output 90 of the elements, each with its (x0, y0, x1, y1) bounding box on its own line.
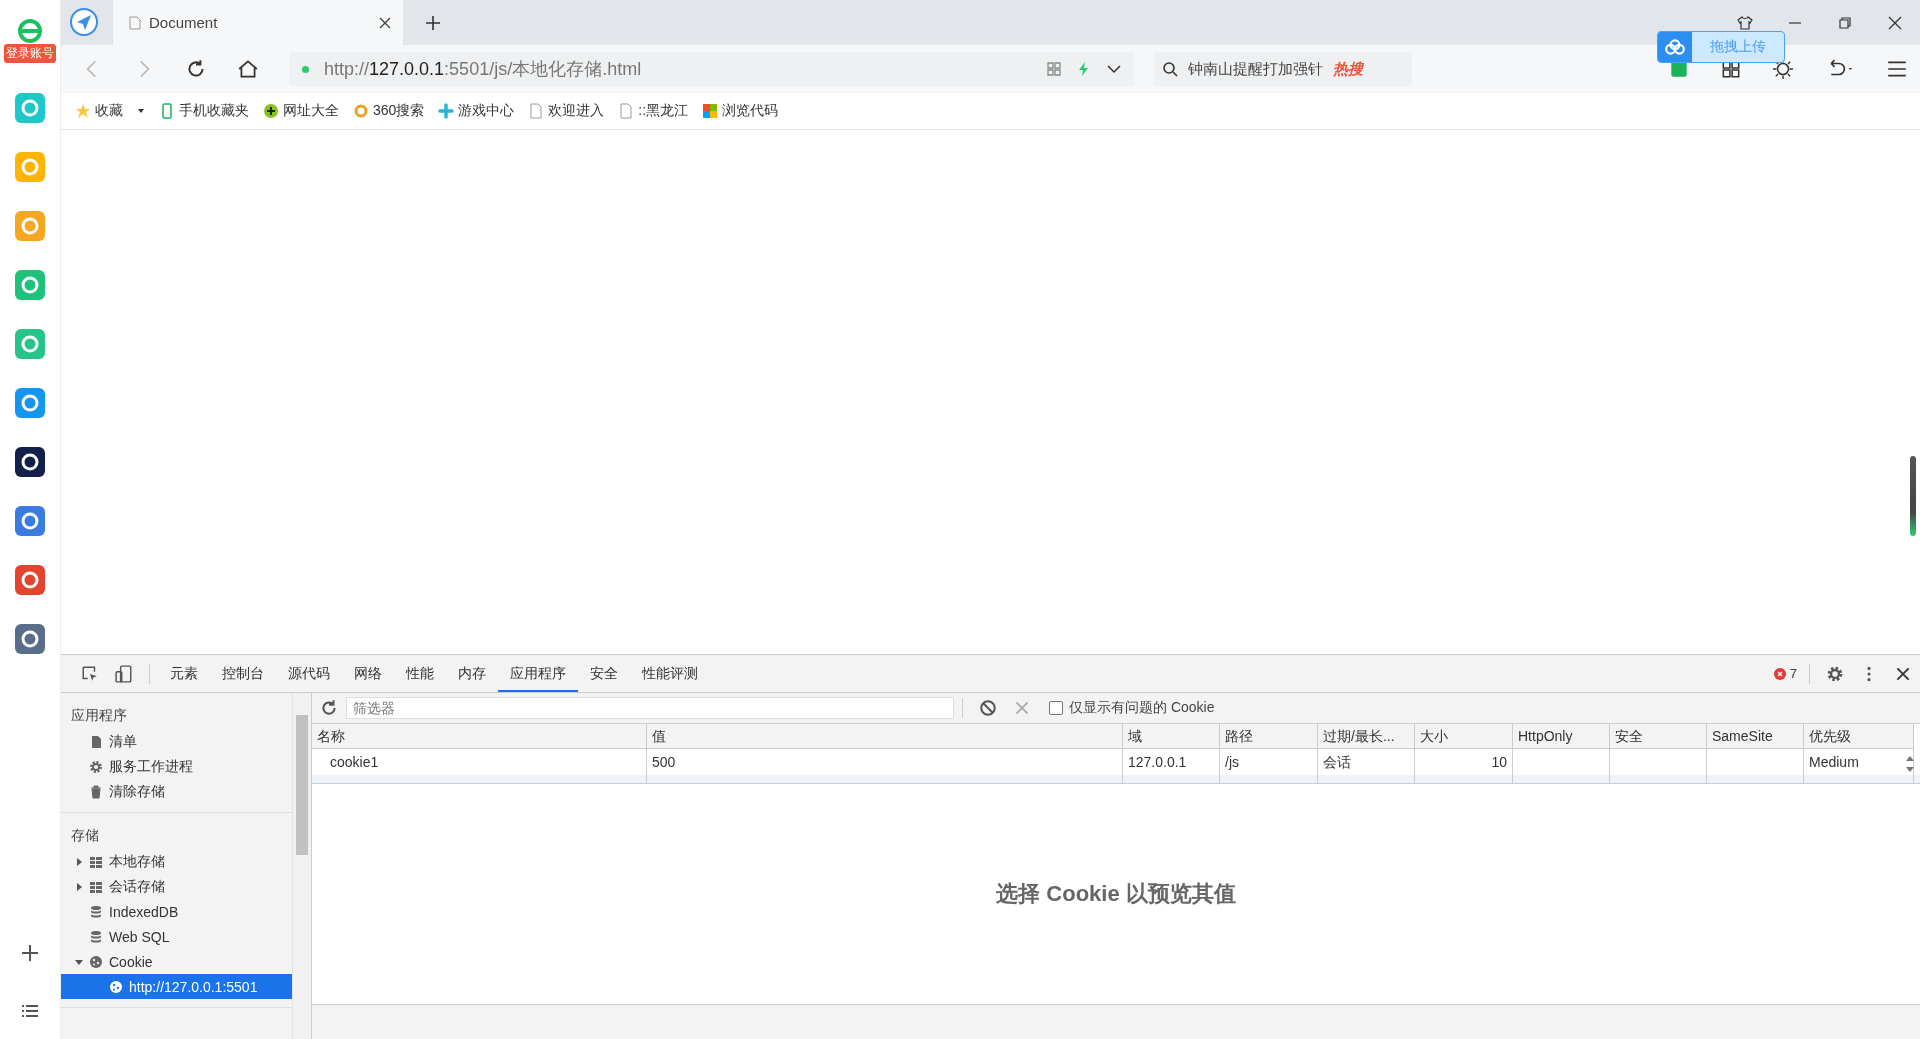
column-header[interactable]: 值 (647, 724, 1123, 749)
cookie-icon (89, 954, 103, 969)
tree-item[interactable]: 清除存储 (61, 779, 292, 804)
clover-icon (438, 103, 455, 119)
home-icon[interactable] (237, 58, 259, 80)
section-title: 应用程序 (70, 706, 128, 725)
bookmark-item[interactable]: 手机收藏夹 (159, 102, 249, 120)
tree-item[interactable]: Web SQL (61, 924, 292, 949)
expand-arrow-icon[interactable] (75, 957, 83, 966)
table-icon (89, 854, 103, 869)
column-header[interactable]: 名称 (312, 724, 647, 749)
filter-field[interactable]: 筛选器 (346, 697, 954, 719)
settings-icon[interactable] (1826, 664, 1844, 683)
plus-icon[interactable] (20, 943, 40, 963)
phone-icon (159, 103, 175, 119)
scrollbar[interactable] (292, 693, 311, 1039)
device-icon[interactable] (115, 664, 133, 683)
bookmark-item[interactable]: 网址大全 (263, 102, 339, 120)
address-field[interactable]: http://127.0.0.1:5501/js/本地化存储.html (289, 52, 1134, 86)
cookie-icon (109, 979, 123, 994)
search-field[interactable]: 钟南山提醒打加强针 热搜 (1154, 52, 1412, 86)
plus-circle-icon (263, 103, 279, 119)
page-icon (129, 15, 141, 30)
ring-icon (353, 103, 369, 119)
checkbox[interactable] (1049, 701, 1063, 715)
search-icon (1162, 61, 1178, 77)
devtools-tab[interactable]: 性能 (394, 655, 446, 692)
page-icon (618, 103, 635, 119)
qr-code-icon[interactable] (1046, 61, 1062, 77)
caret-icon (137, 107, 145, 115)
column-header[interactable]: 域 (1123, 724, 1220, 749)
navigation-icon[interactable] (69, 7, 99, 37)
devtools-tab[interactable]: 元素 (158, 655, 210, 692)
devtools-tab[interactable]: 性能评测 (630, 655, 710, 692)
bookmark-item[interactable]: 收藏 (75, 102, 145, 120)
new-tab-icon[interactable] (425, 15, 441, 31)
bookmark-item[interactable]: 浏览代码 (702, 102, 779, 120)
column-header[interactable]: 过期/最长... (1318, 724, 1415, 749)
column-header[interactable]: 安全 (1610, 724, 1707, 749)
expand-arrow-icon[interactable] (75, 857, 83, 866)
database-icon (89, 904, 103, 919)
inspect-icon[interactable] (81, 664, 99, 683)
gear-icon (89, 759, 103, 774)
bookmark-item[interactable]: ::黑龙江 (618, 102, 689, 120)
secure-dot-icon (301, 64, 310, 74)
error-counter[interactable]: 7 (1773, 666, 1797, 681)
app-icon[interactable] (15, 447, 45, 477)
tree-item[interactable]: 清单 (61, 729, 292, 754)
devtools-tab[interactable]: 源代码 (276, 655, 342, 692)
bookmark-item[interactable]: 欢迎进入 (528, 102, 605, 120)
devtools-tab[interactable]: 安全 (578, 655, 630, 692)
block-icon[interactable] (979, 699, 997, 717)
refresh-icon[interactable] (320, 699, 338, 717)
close-icon[interactable] (379, 16, 391, 29)
star-icon (75, 103, 91, 119)
tree-item[interactable]: Cookie (61, 949, 292, 974)
column-header[interactable]: 优先级 (1804, 724, 1914, 749)
column-header[interactable]: HttpOnly (1513, 724, 1610, 749)
devtools-tab[interactable]: 控制台 (210, 655, 276, 692)
devtools-tab[interactable]: 内存 (446, 655, 498, 692)
database-icon (89, 929, 103, 944)
restore-icon[interactable] (1837, 15, 1853, 31)
scroll-arrows-icon[interactable] (1906, 754, 1914, 774)
checkbox-label[interactable]: 仅显示有问题的 Cookie (1069, 699, 1215, 717)
column-header[interactable]: 路径 (1220, 724, 1318, 749)
url-text: http://127.0.0.1:5501/js/本地化存储.html (324, 58, 642, 81)
column-header[interactable]: SameSite (1707, 724, 1804, 749)
close-icon[interactable] (1887, 15, 1903, 31)
devtools-tab[interactable]: 网络 (342, 655, 394, 692)
tab-title: Document (149, 14, 219, 31)
tree-item[interactable]: http://127.0.0.1:5501 (61, 974, 292, 999)
preview-hint: 选择 Cookie 以预览其值 (996, 880, 1236, 908)
tree-item[interactable]: IndexedDB (61, 899, 292, 924)
tiles-icon (702, 103, 719, 119)
bookmark-item[interactable]: 游戏中心 (438, 102, 515, 120)
browser-tab[interactable]: Document (113, 0, 403, 45)
bookmark-item[interactable]: 360搜索 (353, 102, 425, 120)
shirt-icon[interactable] (1737, 15, 1753, 31)
sun-icon[interactable] (1772, 58, 1794, 80)
page-icon (528, 103, 545, 119)
tree-item[interactable]: 会话存储 (61, 874, 292, 899)
table-icon (89, 879, 103, 894)
tree-item[interactable]: 服务工作进程 (61, 754, 292, 779)
tree-item[interactable]: 本地存储 (61, 849, 292, 874)
expand-arrow-icon[interactable] (75, 882, 83, 891)
column-header[interactable]: 大小 (1415, 724, 1513, 749)
trash-icon (89, 784, 103, 799)
search-value: 钟南山提醒打加强针 (1188, 59, 1323, 79)
file-icon (89, 734, 103, 749)
section-title: 存储 (70, 826, 100, 845)
